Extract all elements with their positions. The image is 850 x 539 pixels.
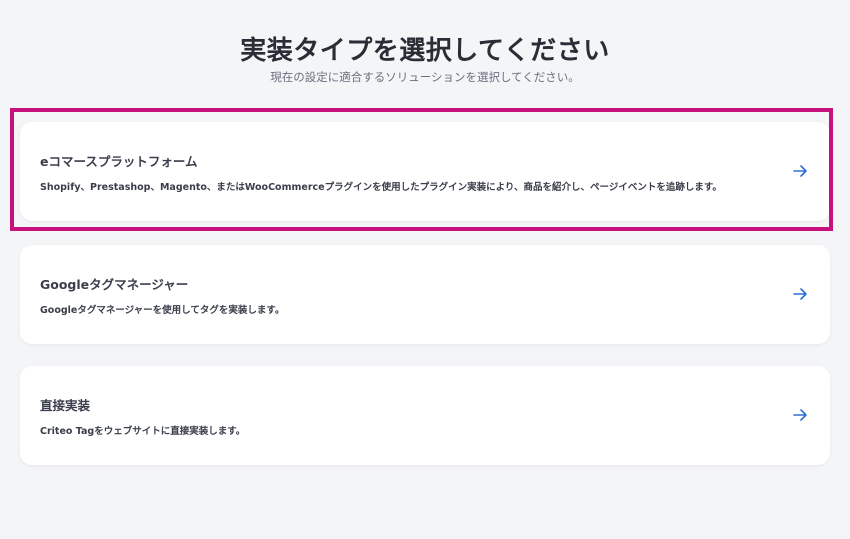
option-description: Shopify、Prestashop、Magento、またはWooCommerc… [40,182,722,193]
page-title: 実装タイプを選択してください [240,36,610,66]
option-card-google-tag-manager[interactable]: Googleタグマネージャー Googleタグマネージャーを使用してタグを実装し… [20,245,830,344]
arrow-right-icon[interactable] [791,162,809,180]
arrow-right-icon[interactable] [791,285,809,303]
option-title: eコマースプラットフォーム [40,154,198,169]
arrow-right-icon[interactable] [791,406,809,424]
option-card-ecommerce[interactable]: eコマースプラットフォーム Shopify、Prestashop、Magento… [20,122,830,221]
option-card-direct-implementation[interactable]: 直接実装 Criteo Tagをウェブサイトに直接実装します。 [20,366,830,465]
option-description: Googleタグマネージャーを使用してタグを実装します。 [40,305,285,316]
option-title: Googleタグマネージャー [40,277,189,292]
option-title: 直接実装 [40,398,91,413]
option-description: Criteo Tagをウェブサイトに直接実装します。 [40,426,246,437]
page-subtitle: 現在の設定に適合するソリューションを選択してください。 [270,70,580,84]
page: 実装タイプを選択してください 現在の設定に適合するソリューションを選択してくださ… [0,0,850,539]
